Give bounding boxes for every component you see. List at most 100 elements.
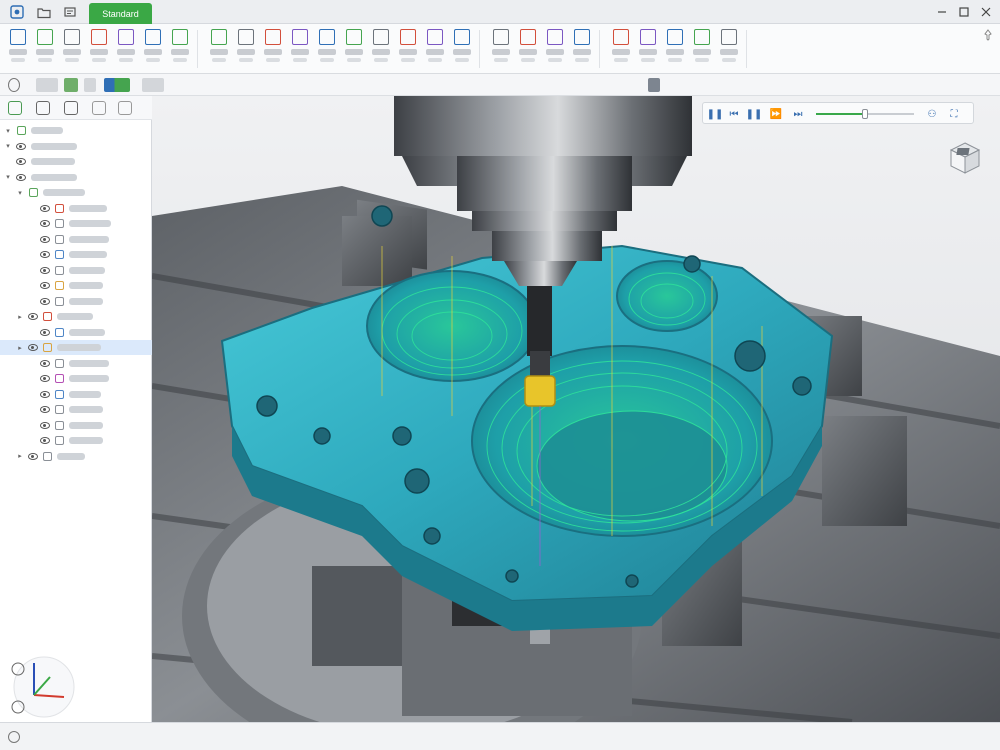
restore-icon[interactable]: [957, 5, 971, 19]
tree-node[interactable]: ▾: [0, 123, 152, 138]
tree-node[interactable]: [0, 201, 152, 216]
visibility-eye-icon[interactable]: [40, 406, 50, 413]
settings-icon[interactable]: [64, 101, 78, 115]
select-button[interactable]: [234, 29, 258, 69]
visibility-eye-icon[interactable]: [40, 220, 50, 227]
home-icon[interactable]: [9, 4, 25, 20]
list-icon[interactable]: [36, 101, 50, 115]
step-back-icon[interactable]: ⏮: [727, 107, 741, 121]
tree-node[interactable]: [0, 387, 152, 402]
section-button[interactable]: [570, 29, 594, 69]
tree-node[interactable]: ▾: [0, 185, 152, 200]
expand-chevron-icon[interactable]: ▸: [16, 313, 24, 321]
tools-button[interactable]: [114, 29, 138, 69]
refresh-button[interactable]: [87, 29, 111, 69]
setup-button[interactable]: [396, 29, 420, 69]
fixture-button[interactable]: [369, 29, 393, 69]
camera-icon[interactable]: [142, 78, 164, 92]
visibility-eye-icon[interactable]: [16, 173, 26, 181]
save-button[interactable]: [60, 29, 84, 69]
visibility-eye-icon[interactable]: [40, 282, 50, 289]
expand-chevron-icon[interactable]: ▸: [16, 344, 24, 352]
tree-node[interactable]: ▸: [0, 449, 152, 464]
tree-node[interactable]: ▾: [0, 170, 152, 185]
visibility-eye-icon[interactable]: [40, 359, 50, 367]
export-button[interactable]: [717, 29, 741, 69]
holder-button[interactable]: [315, 29, 339, 69]
open-button[interactable]: [33, 29, 57, 69]
visibility-eye-icon[interactable]: [40, 297, 50, 305]
pin-icon[interactable]: [982, 29, 994, 41]
tab-standard[interactable]: Standard: [89, 3, 152, 24]
target-button[interactable]: [450, 29, 474, 69]
expand-chevron-icon[interactable]: ▾: [4, 173, 12, 181]
visibility-eye-icon[interactable]: [40, 328, 50, 336]
tree-node[interactable]: [0, 263, 152, 278]
tool-button[interactable]: [288, 29, 312, 69]
status-icon[interactable]: [8, 731, 20, 743]
tree-node[interactable]: ▸: [0, 340, 152, 355]
tree-node[interactable]: ▸: [0, 309, 152, 324]
folder-icon[interactable]: [36, 4, 52, 20]
visibility-eye-icon[interactable]: [40, 375, 50, 382]
tree-node[interactable]: [0, 154, 152, 169]
tree-node[interactable]: [0, 418, 152, 433]
skip-end-icon[interactable]: ⏭: [791, 107, 805, 121]
display-icon[interactable]: [64, 78, 78, 92]
compare-button[interactable]: [663, 29, 687, 69]
visibility-eye-icon[interactable]: [28, 452, 38, 460]
cycle-button[interactable]: [516, 29, 540, 69]
visibility-eye-icon[interactable]: [16, 142, 26, 150]
tree-node[interactable]: [0, 325, 152, 340]
color-icon[interactable]: [84, 78, 96, 92]
doc-button[interactable]: [141, 29, 165, 69]
visibility-eye-icon[interactable]: [40, 266, 50, 274]
visibility-eye-icon[interactable]: [16, 158, 26, 165]
globe-button[interactable]: [489, 29, 513, 69]
tree-node[interactable]: [0, 402, 152, 417]
expand-chevron-icon[interactable]: ▾: [16, 189, 24, 197]
expand-chevron-icon[interactable]: ▾: [4, 142, 12, 150]
expand-chevron-icon[interactable]: ▾: [4, 127, 12, 135]
tree-node[interactable]: [0, 371, 152, 386]
stock-button[interactable]: [342, 29, 366, 69]
report-button[interactable]: [168, 29, 192, 69]
layers-icon[interactable]: [62, 4, 78, 20]
tree-node[interactable]: [0, 433, 152, 448]
close-icon[interactable]: [979, 5, 993, 19]
visibility-eye-icon[interactable]: [40, 235, 50, 243]
visibility-eye-icon[interactable]: [40, 390, 50, 398]
view-cube[interactable]: [948, 140, 982, 176]
star-icon[interactable]: [118, 101, 132, 115]
tree-node[interactable]: [0, 356, 152, 371]
tree-node[interactable]: [0, 247, 152, 262]
visibility-eye-icon[interactable]: [40, 204, 50, 212]
settings-icon[interactable]: [648, 78, 660, 92]
visibility-eye-icon[interactable]: [40, 421, 50, 429]
measure-button[interactable]: [609, 29, 633, 69]
viewport-button[interactable]: [207, 29, 231, 69]
collision-icon[interactable]: ⚇: [925, 107, 939, 121]
fast-forward-icon[interactable]: ⏩: [769, 107, 783, 121]
tree-node[interactable]: [0, 278, 152, 293]
tree-icon[interactable]: [8, 101, 22, 115]
visibility-eye-icon[interactable]: [40, 437, 50, 444]
expand-chevron-icon[interactable]: ▸: [16, 452, 24, 460]
progress-thumb[interactable]: [862, 109, 868, 119]
frame-button[interactable]: [423, 29, 447, 69]
visibility-eye-icon[interactable]: [40, 251, 50, 258]
minimize-icon[interactable]: [935, 5, 949, 19]
fit-icon[interactable]: ⛶: [947, 107, 961, 121]
play-pause-icon[interactable]: ❚❚: [746, 107, 763, 121]
simulate-button[interactable]: [543, 29, 567, 69]
pause-icon[interactable]: ❚❚: [707, 107, 724, 121]
optimize-button[interactable]: [690, 29, 714, 69]
progress-slider[interactable]: [816, 109, 914, 119]
tree-node[interactable]: [0, 294, 152, 309]
3d-viewport[interactable]: [152, 96, 1000, 722]
visibility-eye-icon[interactable]: [28, 344, 38, 351]
view-icon[interactable]: [104, 78, 130, 92]
cube-icon[interactable]: [92, 101, 106, 115]
filter-icon[interactable]: [36, 78, 58, 92]
visibility-eye-icon[interactable]: [28, 313, 38, 320]
